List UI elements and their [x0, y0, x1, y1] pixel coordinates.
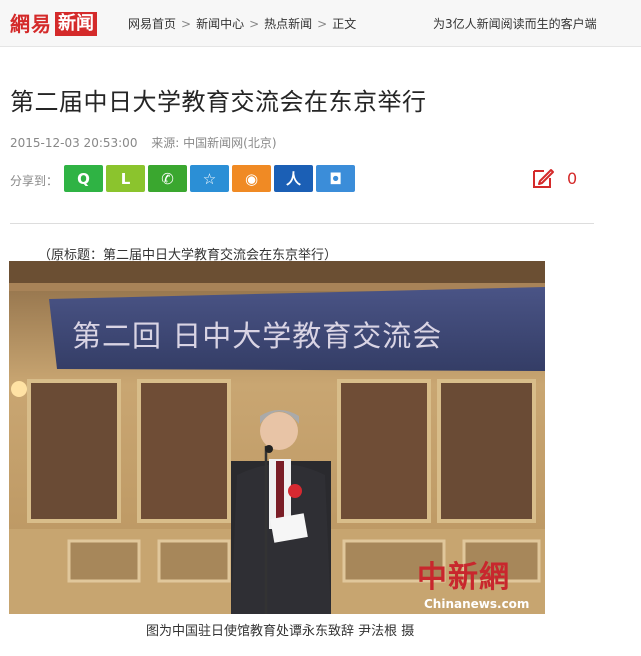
- qzone-icon: Q: [77, 169, 90, 188]
- comment-count: 0: [567, 168, 578, 188]
- breadcrumb-home-link[interactable]: 网易首页: [128, 15, 176, 32]
- breadcrumb-news-center-link[interactable]: 新闻中心: [196, 15, 244, 32]
- weibo-icon: ◉: [244, 169, 259, 188]
- article-title: 第二届中日大学教育交流会在东京举行: [10, 88, 427, 116]
- share-qzone-button[interactable]: Q: [64, 165, 103, 192]
- divider: [10, 223, 594, 224]
- share-yixin-button[interactable]: ◘: [316, 165, 355, 192]
- netease-news-logo[interactable]: 網易 新闻: [10, 12, 97, 36]
- share-wechat-button[interactable]: ✆: [148, 165, 187, 192]
- yixin-icon: ◘: [329, 169, 342, 188]
- banner-text: 第二回 日中大学教育交流会: [72, 319, 443, 353]
- share-favorite-button[interactable]: ☆: [190, 165, 229, 192]
- laiwang-icon: L: [120, 169, 131, 188]
- comment-button[interactable]: 0: [531, 166, 577, 190]
- breadcrumb-hot-news-link[interactable]: 热点新闻: [264, 15, 312, 32]
- share-laiwang-button[interactable]: L: [106, 165, 145, 192]
- top-nav-bar: 網易 新闻 网易首页 > 新闻中心 > 热点新闻 > 正文 为3亿人新闻阅读而生…: [0, 0, 641, 47]
- chinanews-watermark-cn: 中新網: [417, 560, 510, 595]
- app-promo-link[interactable]: 为3亿人新闻阅读而生的客户端: [433, 15, 597, 32]
- share-label: 分享到：: [10, 174, 59, 188]
- article-meta: 2015-12-03 20:53:00 来源: 中国新闻网(北京): [10, 134, 277, 151]
- share-renren-button[interactable]: 人: [274, 165, 313, 192]
- logo-netease-text: 網易: [10, 12, 52, 36]
- logo-news-badge: 新闻: [55, 12, 97, 36]
- share-weibo-button[interactable]: ◉: [232, 165, 271, 192]
- breadcrumb-current: 正文: [332, 17, 357, 31]
- edit-comment-icon: [533, 169, 554, 188]
- breadcrumb-separator: >: [249, 16, 260, 31]
- renren-icon: 人: [285, 170, 301, 188]
- breadcrumb: 网易首页 > 新闻中心 > 热点新闻 > 正文: [128, 15, 356, 32]
- share-buttons: Q L ✆ ☆ ◉ 人 ◘: [64, 165, 358, 192]
- article-source[interactable]: 来源: 中国新闻网(北京): [151, 136, 276, 150]
- breadcrumb-separator: >: [181, 16, 192, 31]
- chinanews-watermark-en: Chinanews.com: [424, 597, 530, 611]
- publish-datetime: 2015-12-03 20:53:00: [10, 136, 138, 150]
- favorite-star-icon: ☆: [202, 169, 217, 188]
- photo-caption: 图为中国驻日使馆教育处谭永东致辞 尹法根 摄: [146, 624, 415, 639]
- wechat-icon: ✆: [161, 169, 174, 188]
- breadcrumb-separator: >: [317, 16, 328, 31]
